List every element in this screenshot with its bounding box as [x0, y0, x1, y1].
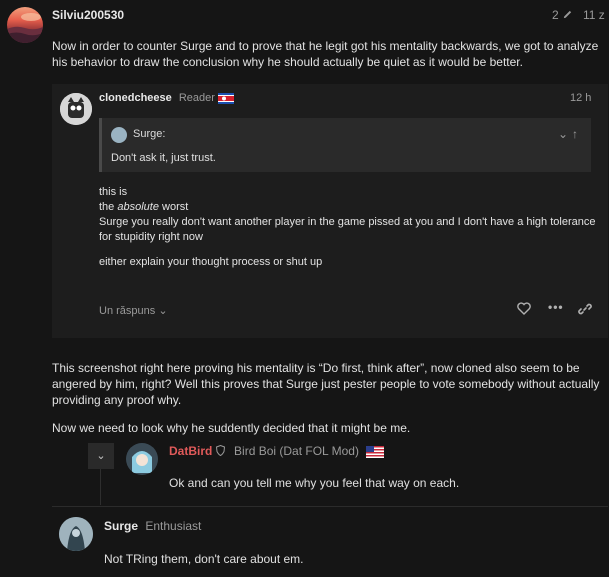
post-intro: Now in order to counter Surge and to pro…: [52, 38, 604, 70]
quote-line: this is: [99, 186, 128, 198]
divider: [52, 506, 608, 507]
chevron-up-icon[interactable]: ↑: [572, 127, 578, 141]
chevron-down-icon: ⌄: [158, 305, 168, 317]
replies-label: Un răspuns: [99, 305, 156, 317]
reply-author[interactable]: DatBird: [169, 444, 212, 458]
link-icon[interactable]: [578, 302, 592, 319]
reply-text: Ok and can you tell me why you feel that…: [169, 476, 460, 490]
quote-line-part: worst: [158, 201, 189, 213]
chevron-down-icon[interactable]: ⌄: [558, 127, 568, 141]
reply-connector: [100, 469, 101, 505]
quote-body: this is the absolute worst Surge you rea…: [99, 185, 599, 270]
flag-icon: [217, 92, 234, 104]
quote-line-part: the: [99, 201, 118, 213]
quote-line: Surge you really don't want another play…: [99, 216, 596, 243]
shield-icon: [215, 444, 228, 458]
flag-icon: [366, 445, 385, 458]
quote-author-title: Reader: [178, 92, 215, 104]
inner-quote-text: Don't ask it, just trust.: [111, 152, 216, 164]
pencil-icon: [562, 8, 573, 22]
edit-count: 2: [552, 8, 559, 22]
post-body-2: Now we need to look why he suddently dec…: [52, 420, 604, 436]
inner-quote-avatar: [111, 127, 127, 143]
intro-text: Now in order to counter Surge and to pro…: [52, 39, 599, 69]
inner-quote-author: Surge:: [133, 128, 166, 140]
body-text: Now we need to look why he suddently dec…: [52, 421, 411, 435]
next-text: Not TRing them, don't care about em.: [104, 552, 304, 566]
edit-indicator[interactable]: 2: [552, 8, 573, 22]
reply-author-title: Bird Boi (Dat FOL Mod): [234, 444, 359, 458]
quote-line-emphasis: absolute: [117, 201, 159, 213]
post-author[interactable]: Silviu200530: [52, 8, 124, 22]
reply-avatar[interactable]: [126, 443, 158, 475]
quoted-avatar[interactable]: [60, 93, 92, 125]
quote-line: either explain your thought process or s…: [99, 256, 323, 268]
quote-header: clonedcheese Reader: [99, 92, 234, 104]
more-icon[interactable]: •••: [548, 300, 564, 314]
post-time[interactable]: 11 z: [583, 8, 605, 22]
collapse-reply-button[interactable]: ⌄: [88, 443, 114, 469]
post-body-1: This screenshot right here proving his m…: [52, 360, 604, 408]
quote-time[interactable]: 12 h: [570, 92, 591, 104]
next-author[interactable]: Surge: [104, 519, 138, 533]
next-author-title: Enthusiast: [145, 519, 202, 533]
quote-line: the absolute worst: [99, 200, 599, 215]
next-avatar[interactable]: [59, 517, 93, 551]
reply-header: DatBird Bird Boi (Dat FOL Mod): [169, 444, 385, 458]
avatar[interactable]: [7, 7, 43, 43]
replies-toggle[interactable]: Un răspuns ⌄: [99, 304, 168, 317]
heart-icon[interactable]: [517, 302, 531, 318]
body-text: This screenshot right here proving his m…: [52, 361, 600, 407]
next-header: Surge Enthusiast: [104, 519, 201, 533]
quote-author[interactable]: clonedcheese: [99, 92, 172, 104]
